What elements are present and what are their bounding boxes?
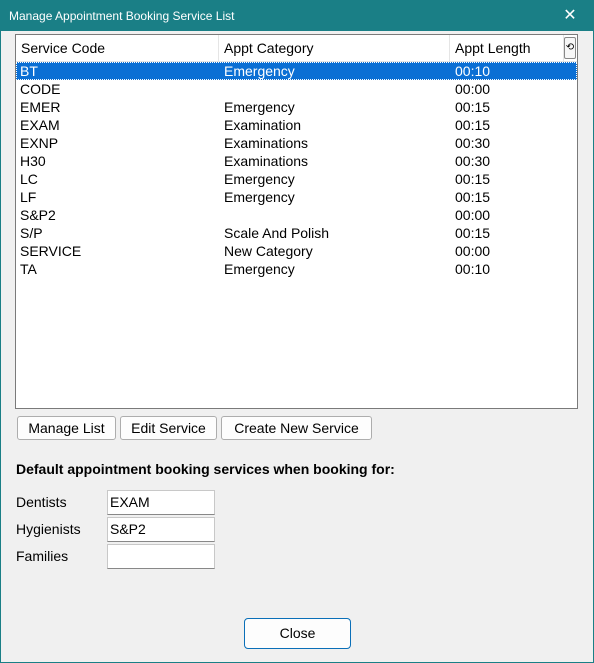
appt-length-cell: 00:10 (455, 261, 491, 277)
appt-length-cell: 00:00 (455, 243, 491, 259)
table-row[interactable]: CODE 00:00 (16, 80, 577, 98)
appt-category-cell: Emergency (224, 99, 295, 115)
table-row[interactable]: EXNP Examinations 00:30 (16, 134, 577, 152)
service-code-cell: S&P2 (20, 207, 56, 223)
dialog-window: Manage Appointment Booking Service List … (0, 0, 594, 663)
families-field[interactable] (107, 544, 215, 569)
table-row[interactable]: S&P2 00:00 (16, 206, 577, 224)
dentists-label: Dentists (16, 494, 67, 510)
appt-length-cell: 00:15 (455, 99, 491, 115)
title-bar: Manage Appointment Booking Service List … (1, 1, 593, 31)
service-code-cell: EXNP (20, 135, 59, 151)
appt-category-cell: Examinations (224, 135, 309, 151)
table-row[interactable]: LC Emergency 00:15 (16, 170, 577, 188)
families-label: Families (16, 548, 69, 564)
appt-category-cell: Examinations (224, 153, 309, 169)
appt-length-cell: 00:00 (455, 207, 491, 223)
table-row[interactable]: TA Emergency 00:10 (16, 260, 577, 278)
appt-length-cell: 00:10 (455, 63, 491, 79)
window-title: Manage Appointment Booking Service List (9, 9, 235, 23)
dentists-field[interactable]: EXAM (107, 490, 215, 515)
appt-category-cell: Emergency (224, 63, 295, 79)
appt-length-cell: 00:15 (455, 171, 491, 187)
appt-length-cell: 00:30 (455, 135, 491, 151)
close-window-icon[interactable]: ✕ (559, 5, 581, 27)
list-header: Service Code Appt Category Appt Length ⟲ (16, 35, 577, 62)
table-row[interactable]: BT Emergency 00:10 (16, 62, 577, 80)
close-button[interactable]: Close (244, 618, 351, 649)
table-row[interactable]: EMER Emergency 00:15 (16, 98, 577, 116)
appt-length-cell: 00:00 (455, 81, 491, 97)
appt-category-cell: Emergency (224, 189, 295, 205)
table-row[interactable]: SERVICE New Category 00:00 (16, 242, 577, 260)
appt-category-cell: New Category (224, 243, 313, 259)
appt-category-cell: Emergency (224, 261, 295, 277)
service-code-cell: CODE (20, 81, 61, 97)
table-row[interactable]: LF Emergency 00:15 (16, 188, 577, 206)
service-code-cell: LF (20, 189, 37, 205)
create-new-service-button[interactable]: Create New Service (221, 416, 372, 440)
column-overflow-icon[interactable]: ⟲ (564, 37, 576, 59)
appt-length-cell: 00:15 (455, 225, 491, 241)
hygienists-label: Hygienists (16, 521, 81, 537)
service-list[interactable]: Service Code Appt Category Appt Length ⟲… (15, 34, 578, 409)
service-code-cell: EMER (20, 99, 61, 115)
manage-list-button[interactable]: Manage List (17, 416, 116, 440)
service-code-cell: EXAM (20, 117, 60, 133)
appt-category-cell: Examination (224, 117, 302, 133)
column-header-appt-category[interactable]: Appt Category (219, 35, 450, 61)
appt-category-cell: Emergency (224, 171, 295, 187)
table-row[interactable]: H30 Examinations 00:30 (16, 152, 577, 170)
hygienists-field[interactable]: S&P2 (107, 517, 215, 542)
table-row[interactable]: S/P Scale And Polish 00:15 (16, 224, 577, 242)
service-code-cell: S/P (20, 225, 43, 241)
appt-length-cell: 00:15 (455, 189, 491, 205)
service-code-cell: SERVICE (20, 243, 82, 259)
table-row[interactable]: EXAM Examination 00:15 (16, 116, 577, 134)
appt-length-cell: 00:15 (455, 117, 491, 133)
column-header-service-code[interactable]: Service Code (16, 35, 219, 61)
defaults-heading: Default appointment booking services whe… (16, 461, 395, 477)
edit-service-button[interactable]: Edit Service (120, 416, 217, 440)
service-code-cell: H30 (20, 153, 46, 169)
appt-length-cell: 00:30 (455, 153, 491, 169)
column-header-appt-length[interactable]: Appt Length (450, 35, 564, 61)
appt-category-cell: Scale And Polish (224, 225, 330, 241)
service-code-cell: LC (20, 171, 38, 187)
service-code-cell: BT (20, 63, 38, 79)
service-code-cell: TA (20, 261, 37, 277)
